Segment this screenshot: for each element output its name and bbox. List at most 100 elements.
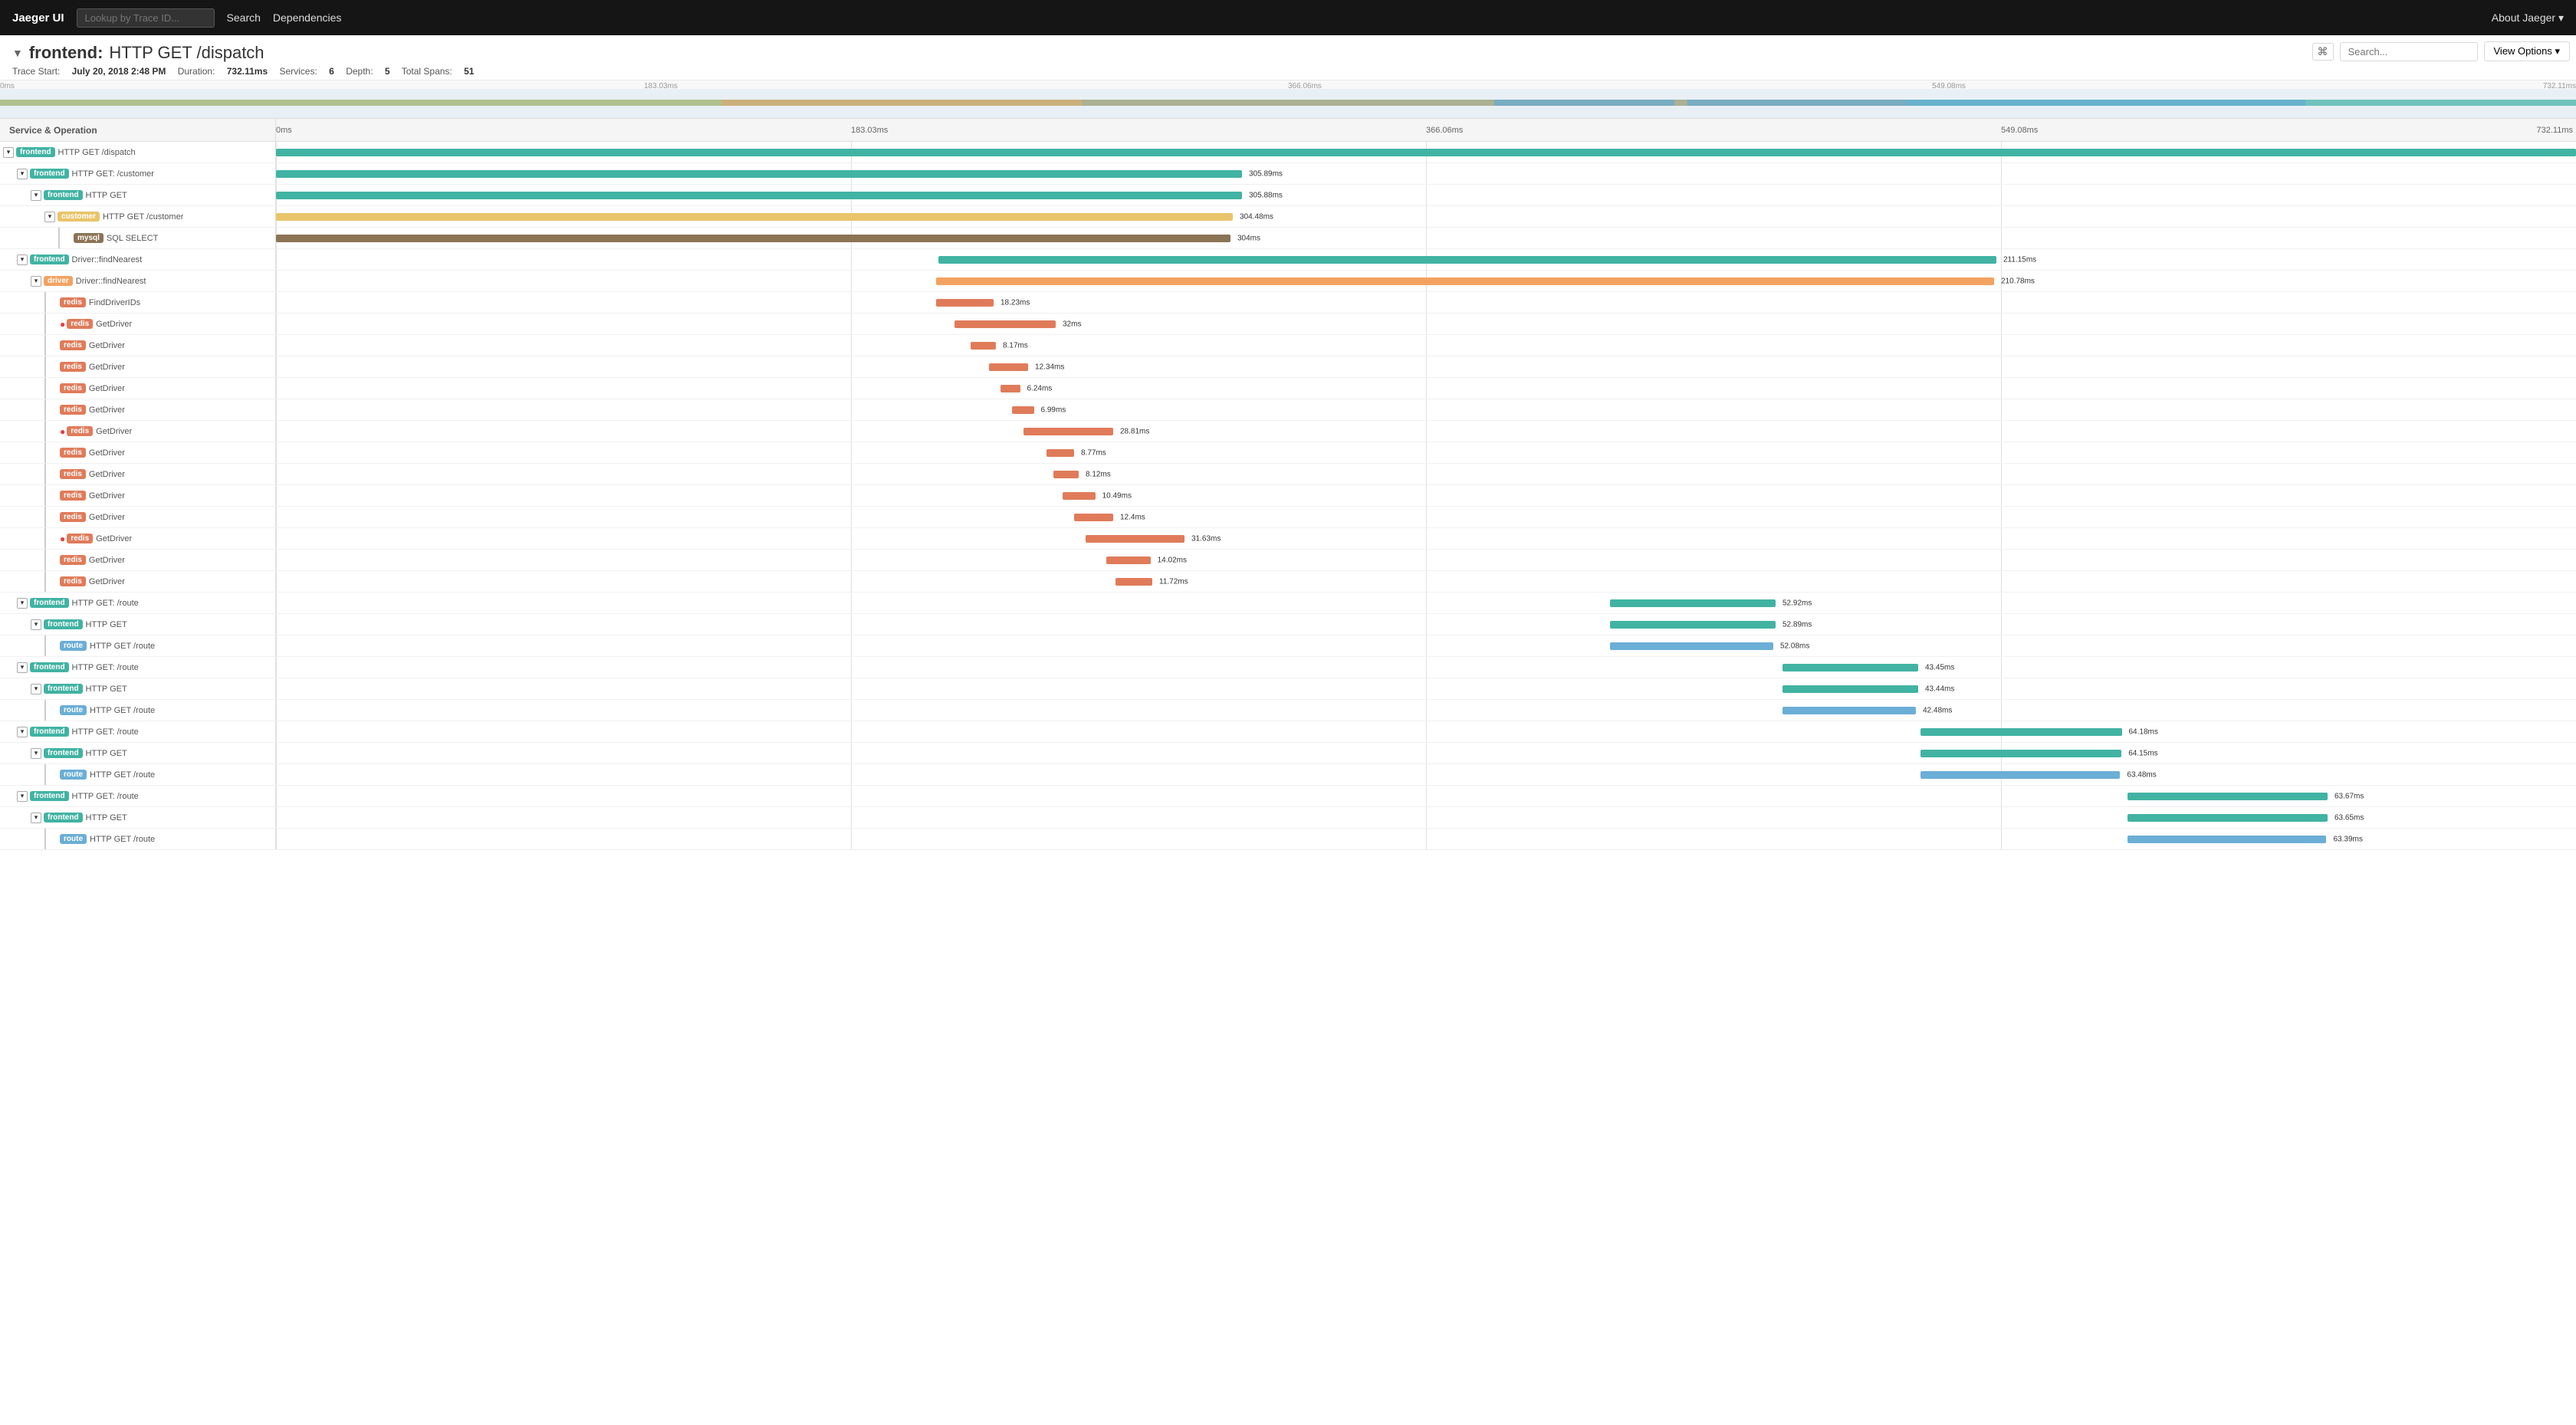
span-row[interactable]: ▾frontendHTTP GET: /route52.92ms xyxy=(0,593,2576,614)
nav-search-link[interactable]: Search xyxy=(227,11,261,24)
span-bar[interactable] xyxy=(1086,535,1184,543)
span-bar[interactable] xyxy=(1116,578,1152,586)
span-toggle[interactable]: ▾ xyxy=(31,748,41,759)
span-bar[interactable] xyxy=(1610,599,1776,607)
span-row[interactable]: redisGetDriver10.49ms xyxy=(0,485,2576,507)
span-row[interactable]: ▾frontendHTTP GET64.15ms xyxy=(0,743,2576,764)
span-row[interactable]: ▾frontendHTTP GET /dispatch xyxy=(0,142,2576,163)
timeline-divider xyxy=(1426,185,1427,205)
span-row[interactable]: ●redisGetDriver32ms xyxy=(0,314,2576,335)
timeline-divider xyxy=(851,571,852,592)
span-row[interactable]: routeHTTP GET /route42.48ms xyxy=(0,700,2576,721)
span-bar[interactable] xyxy=(1012,406,1034,414)
span-toggle[interactable]: ▾ xyxy=(31,619,41,630)
span-row[interactable]: ▾driverDriver::findNearest210.78ms xyxy=(0,271,2576,292)
span-toggle[interactable]: ▾ xyxy=(17,791,28,802)
span-bar[interactable] xyxy=(1783,664,1918,671)
span-row[interactable]: ▾frontendDriver::findNearest211.15ms xyxy=(0,249,2576,271)
cmd-icon[interactable]: ⌘ xyxy=(2312,43,2334,61)
span-row[interactable]: ▾frontendHTTP GET: /route64.18ms xyxy=(0,721,2576,743)
span-row[interactable]: mysqlSQL SELECT304ms xyxy=(0,228,2576,249)
span-row[interactable]: redisGetDriver12.34ms xyxy=(0,356,2576,378)
operation-label: HTTP GET /route xyxy=(90,642,155,651)
span-row[interactable]: redisGetDriver8.77ms xyxy=(0,442,2576,464)
span-bar[interactable] xyxy=(1610,621,1776,629)
trace-collapse-chevron[interactable]: ▼ xyxy=(12,47,23,59)
span-pipe xyxy=(44,507,58,527)
span-row[interactable]: redisGetDriver6.24ms xyxy=(0,378,2576,399)
span-row[interactable]: ▾frontendHTTP GET: /route43.45ms xyxy=(0,657,2576,678)
span-row[interactable]: ●redisGetDriver31.63ms xyxy=(0,528,2576,550)
timeline-divider xyxy=(1426,528,1427,549)
span-toggle[interactable]: ▾ xyxy=(17,169,28,179)
span-toggle[interactable]: ▾ xyxy=(17,254,28,265)
span-row[interactable]: ▾frontendHTTP GET43.44ms xyxy=(0,678,2576,700)
span-bar[interactable] xyxy=(2128,814,2328,822)
service-badge: redis xyxy=(60,362,86,372)
span-bar[interactable] xyxy=(989,363,1028,371)
span-bar[interactable] xyxy=(276,170,1242,178)
span-bar[interactable] xyxy=(2128,836,2326,843)
span-bar[interactable] xyxy=(1610,642,1773,650)
span-bar[interactable] xyxy=(2128,793,2328,800)
span-toggle[interactable]: ▾ xyxy=(31,813,41,823)
span-toggle[interactable]: ▾ xyxy=(3,147,14,158)
service-badge: route xyxy=(60,834,87,844)
span-bar[interactable] xyxy=(1783,685,1918,693)
span-row[interactable]: ●redisGetDriver28.81ms xyxy=(0,421,2576,442)
span-row[interactable]: redisGetDriver8.17ms xyxy=(0,335,2576,356)
span-bar[interactable] xyxy=(1063,492,1096,500)
span-row[interactable]: redisGetDriver11.72ms xyxy=(0,571,2576,593)
timeline-divider xyxy=(276,292,277,313)
span-bar[interactable] xyxy=(1106,557,1151,564)
span-bar[interactable] xyxy=(1783,707,1916,714)
span-row[interactable]: redisGetDriver12.4ms xyxy=(0,507,2576,528)
span-toggle[interactable]: ▾ xyxy=(31,276,41,287)
span-toggle[interactable]: ▾ xyxy=(17,727,28,737)
span-bar[interactable] xyxy=(936,299,994,307)
nav-about[interactable]: About Jaeger ▾ xyxy=(2492,11,2564,25)
span-row[interactable]: redisGetDriver6.99ms xyxy=(0,399,2576,421)
trace-search-input[interactable] xyxy=(2340,42,2478,61)
span-bar[interactable] xyxy=(1001,385,1020,392)
span-bar[interactable] xyxy=(1921,750,2121,757)
nav-dependencies-link[interactable]: Dependencies xyxy=(273,11,342,24)
span-bar[interactable] xyxy=(276,192,1242,199)
span-bar[interactable] xyxy=(1921,771,2120,779)
span-bar[interactable] xyxy=(276,149,2576,156)
span-row[interactable]: redisGetDriver8.12ms xyxy=(0,464,2576,485)
span-toggle[interactable]: ▾ xyxy=(44,212,55,222)
span-toggle[interactable]: ▾ xyxy=(17,598,28,609)
span-row[interactable]: routeHTTP GET /route52.08ms xyxy=(0,635,2576,657)
service-badge: redis xyxy=(60,383,86,393)
span-row[interactable]: ▾frontendHTTP GET52.89ms xyxy=(0,614,2576,635)
span-bar[interactable] xyxy=(1074,514,1113,521)
span-row[interactable]: ▾frontendHTTP GET: /route63.67ms xyxy=(0,786,2576,807)
span-service-col: ▾frontendHTTP GET xyxy=(0,743,276,763)
span-row[interactable]: redisFindDriverIDs18.23ms xyxy=(0,292,2576,314)
span-duration-label: 32ms xyxy=(1063,320,1081,328)
span-row[interactable]: ▾customerHTTP GET /customer304.48ms xyxy=(0,206,2576,228)
span-row[interactable]: routeHTTP GET /route63.48ms xyxy=(0,764,2576,786)
span-toggle[interactable]: ▾ xyxy=(17,662,28,673)
span-row[interactable]: redisGetDriver14.02ms xyxy=(0,550,2576,571)
span-bar[interactable] xyxy=(1046,449,1074,457)
span-toggle[interactable]: ▾ xyxy=(31,684,41,694)
span-row[interactable]: ▾frontendHTTP GET63.65ms xyxy=(0,807,2576,829)
span-bar[interactable] xyxy=(276,235,1230,242)
span-row[interactable]: routeHTTP GET /route63.39ms xyxy=(0,829,2576,850)
span-bar[interactable] xyxy=(936,277,1994,285)
span-bar[interactable] xyxy=(1024,428,1113,435)
span-bar[interactable] xyxy=(1921,728,2122,736)
span-bar[interactable] xyxy=(1053,471,1079,478)
timeline-divider xyxy=(851,292,852,313)
span-bar[interactable] xyxy=(971,342,996,350)
span-row[interactable]: ▾frontendHTTP GET: /customer305.89ms xyxy=(0,163,2576,185)
span-bar[interactable] xyxy=(938,256,1996,264)
span-bar[interactable] xyxy=(955,320,1056,328)
span-bar[interactable] xyxy=(276,213,1233,221)
span-toggle[interactable]: ▾ xyxy=(31,190,41,201)
view-options-button[interactable]: View Options ▾ xyxy=(2484,41,2571,61)
span-row[interactable]: ▾frontendHTTP GET305.88ms xyxy=(0,185,2576,206)
lookup-trace-input[interactable] xyxy=(77,8,215,28)
